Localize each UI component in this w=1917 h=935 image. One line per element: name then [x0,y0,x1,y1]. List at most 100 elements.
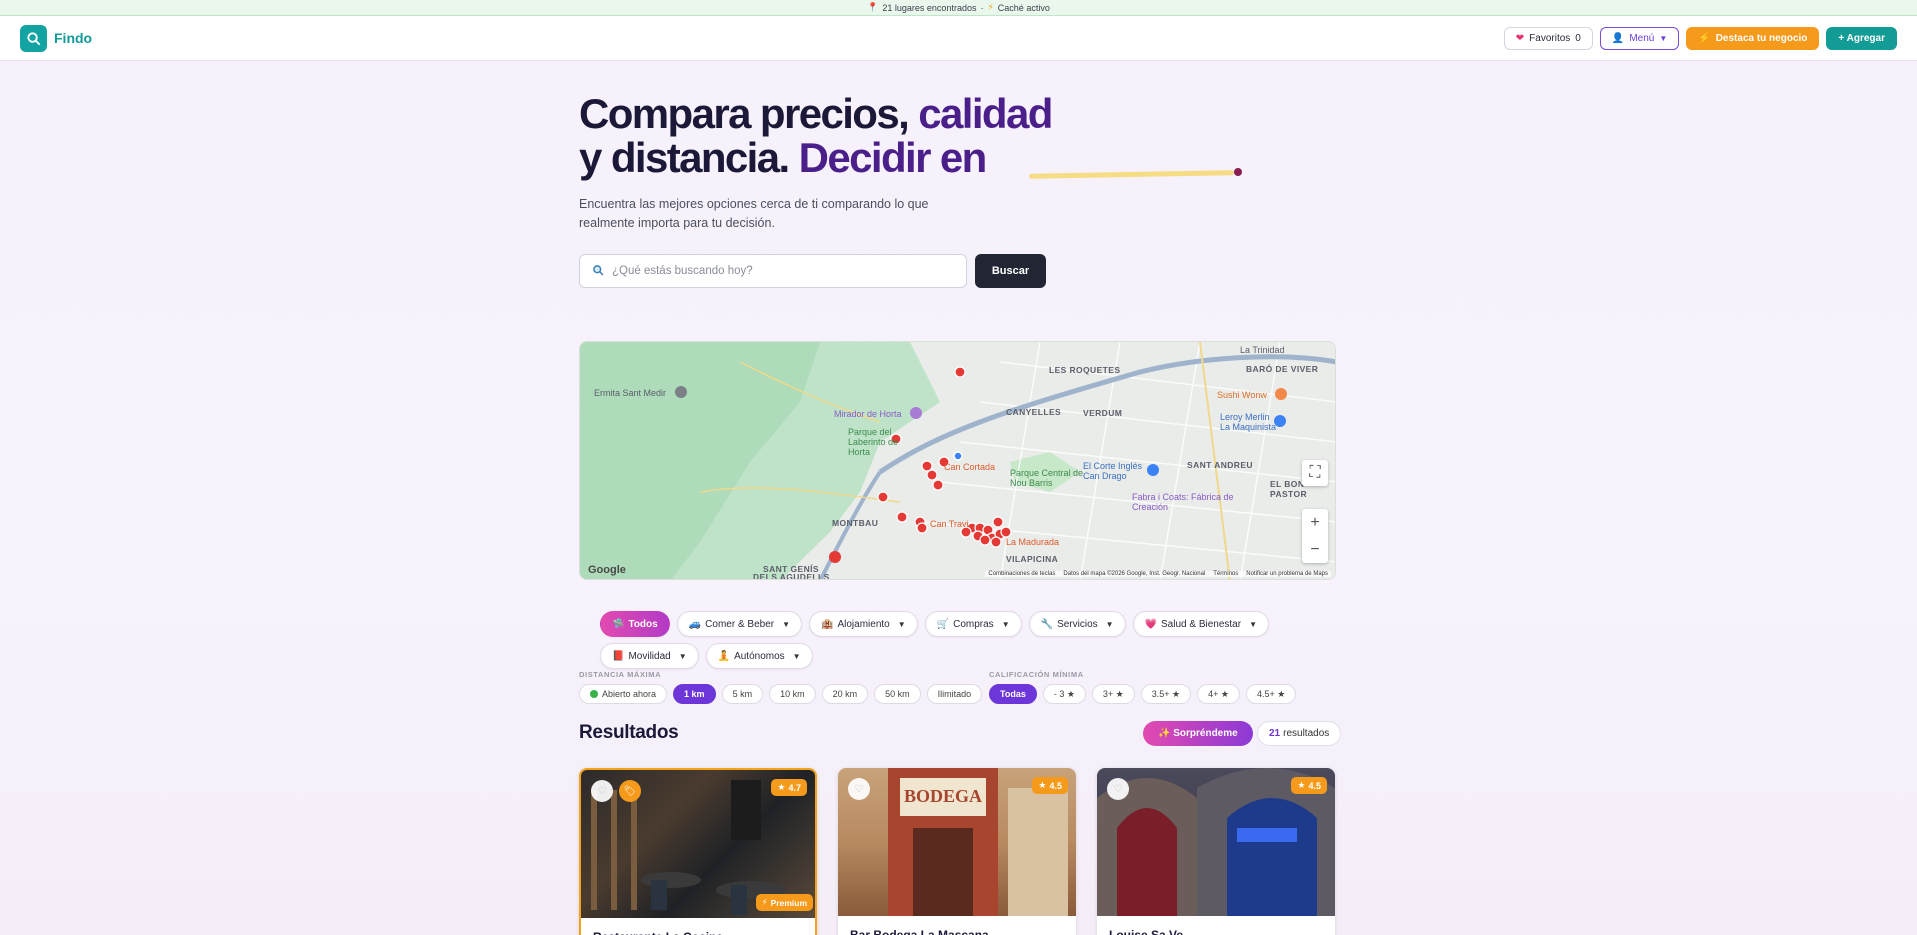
zoom-in-button[interactable]: + [1302,509,1328,536]
favorite-heart-icon[interactable]: ♡ [591,780,613,802]
open-now-toggle[interactable]: Abierto ahora [579,684,668,704]
add-button[interactable]: + Agregar [1826,26,1897,50]
hero-heading: Compara precios, calidad y distancia. De… [579,92,1279,180]
rating-filter: Todas - 3 ★ 3+ ★ 3.5+ ★ 4+ ★ 4.5+ ★ [989,684,1297,704]
card-image: ♡ ★ 4.5 [1097,768,1335,916]
user-icon: 👤 [1611,32,1625,44]
map-view[interactable]: LES ROQUETES CANYELLES VERDUM BARÓ DE VI… [579,341,1336,580]
category-chip-movilidad[interactable]: 📕 Movilidad ▼ [600,643,699,669]
category-icon: 🔧 [1040,618,1054,630]
distance-option[interactable]: 10 km [769,684,816,704]
premium-label: Premium [770,897,807,908]
category-filters: 🛸 Todos 🚙 Comer & Beber ▼ 🏨 Alojamiento … [600,611,1300,675]
open-status-icon [590,690,598,698]
distance-option[interactable]: 5 km [721,684,764,704]
map-fullscreen-button[interactable]: ⛶ [1302,460,1328,486]
rating-value: 4.5 [1049,780,1062,791]
promo-tag-icon: 🏷 [619,780,641,802]
category-chip-salud-bienestar[interactable]: 💗 Salud & Bienestar ▼ [1132,611,1269,637]
category-chip-alojamiento[interactable]: 🏨 Alojamiento ▼ [809,611,918,637]
category-label: Todos [628,618,658,630]
map-place-nou-barris: Parque Central de Nou Barris [1010,468,1084,488]
rating-option[interactable]: Todas [989,684,1037,704]
category-icon: 🚙 [688,618,702,630]
promote-business-button[interactable]: ⚡ Destaca tu negocio [1686,26,1820,50]
map-place-leroy: Leroy Merlin La Maquinista [1220,412,1277,432]
map-report-link[interactable]: Notificar un problema de Maps [1246,571,1328,577]
category-chip-servicios[interactable]: 🔧 Servicios ▼ [1028,611,1126,637]
hero-line2-b: Decidir en [788,134,988,181]
category-chip-comer-beber[interactable]: 🚙 Comer & Beber ▼ [676,611,803,637]
hero-line1-a: Compara precios, [579,90,910,137]
search-bar: ¿Qué estás buscando hoy? Buscar [579,254,1046,288]
map-terms-link[interactable]: Términos [1213,571,1238,577]
map-label-les-roquetes: LES ROQUETES [1049,365,1121,375]
menu-button[interactable]: 👤 Menú ▼ [1599,26,1680,50]
rating-option[interactable]: 4.5+ ★ [1245,684,1297,704]
status-bar: 📍 21 lugares encontrados · ⚡ Caché activ… [0,0,1917,16]
rating-badge: ★ 4.7 [771,779,807,796]
promote-label: Destaca tu negocio [1715,32,1808,44]
map-attribution: Combinaciones de teclas Datos del mapa ©… [985,571,1331,577]
search-placeholder: ¿Qué estás buscando hoy? [612,265,753,277]
map-keyboard-shortcuts[interactable]: Combinaciones de teclas [988,571,1055,577]
map-place-can-cortada: Can Cortada [944,462,996,472]
map-place-sushi: Sushi Wonw [1217,390,1267,400]
caret-down-icon: ▼ [782,619,791,629]
distance-option[interactable]: 50 km [874,684,921,704]
favorites-count: 0 [1575,32,1581,44]
brand-logo[interactable]: Findo [20,24,92,52]
favorite-heart-icon[interactable]: ♡ [848,778,870,800]
category-label: Movilidad [628,650,671,662]
favorite-heart-icon[interactable]: ♡ [1107,778,1129,800]
caret-down-icon: ▼ [1659,33,1668,43]
bolt-icon: ⚡ [987,2,994,12]
rating-option[interactable]: 4+ ★ [1197,684,1240,704]
category-chip-todos[interactable]: 🛸 Todos [600,611,670,637]
bolt-icon: ⚡ [761,897,768,907]
caret-down-icon: ▼ [792,651,801,661]
search-icon [592,264,604,279]
search-input[interactable]: ¿Qué estás buscando hoy? [579,254,967,288]
rating-option[interactable]: - 3 ★ [1042,684,1086,704]
map-place-laberinto: Parque del Laberinto de Horta [848,427,899,457]
result-card[interactable]: BODEGA ♡ ★ 4.5 Bar Bodega La Mascana [838,768,1076,935]
rating-option[interactable]: 3+ ★ [1091,684,1135,704]
category-chip-autonomos[interactable]: 🧘 Autónomos ▼ [705,643,813,669]
result-card[interactable]: ♡ ★ 4.5 Louise Sa Ve [1097,768,1335,935]
surprise-me-button[interactable]: ✨ Sorpréndeme [1143,721,1253,746]
hero-subtitle: Encuentra las mejores opciones cerca de … [579,197,929,230]
category-icon: 🛒 [936,618,950,630]
category-icon: 🧘 [717,650,731,662]
hero-section: Compara precios, calidad y distancia. De… [579,92,1279,233]
status-separator: · [980,2,984,13]
map-label-montbau: MONTBAU [832,518,879,528]
star-icon: ★ [1038,780,1047,790]
star-icon: ★ [1297,780,1306,790]
map-label-baro-de-viver: BARÓ DE VIVER [1246,364,1319,374]
card-title: Bar Bodega La Mascana [850,928,989,935]
category-label: Alojamiento [837,618,890,630]
distance-option[interactable]: 20 km [821,684,869,704]
result-card[interactable]: ♡ 🏷 ★ 4.7 ⚡ Premium Restaurante La Cocin… [579,768,817,935]
distance-option[interactable]: 1 km [673,684,716,704]
distance-filter-label: DISTANCIA MÁXIMA [579,670,662,679]
category-label: Comer & Beber [705,618,775,630]
category-chip-compras[interactable]: 🛒 Compras ▼ [924,611,1022,637]
zoom-out-button[interactable]: − [1302,536,1328,563]
rating-value: 4.7 [788,782,801,793]
category-label: Servicios [1057,618,1098,630]
star-icon: ★ [777,782,786,792]
results-count-suffix: resultados [1283,728,1330,739]
pin-icon: 📍 [867,2,879,12]
category-icon: 🛸 [612,618,625,630]
search-button[interactable]: Buscar [975,254,1046,288]
distance-option[interactable]: Ilimitado [926,684,983,704]
rating-option[interactable]: 3.5+ ★ [1140,684,1192,704]
map-place-fabra: Fabra i Coats: Fábrica de Creación [1132,492,1234,512]
favorites-button[interactable]: ❤ Favoritos 0 [1503,26,1593,50]
card-image: BODEGA ♡ ★ 4.5 [838,768,1076,916]
google-logo: Google [588,564,626,576]
map-place-trinidad: La Trinidad [1240,345,1285,355]
results-count-badge: 21 resultados [1257,721,1342,746]
